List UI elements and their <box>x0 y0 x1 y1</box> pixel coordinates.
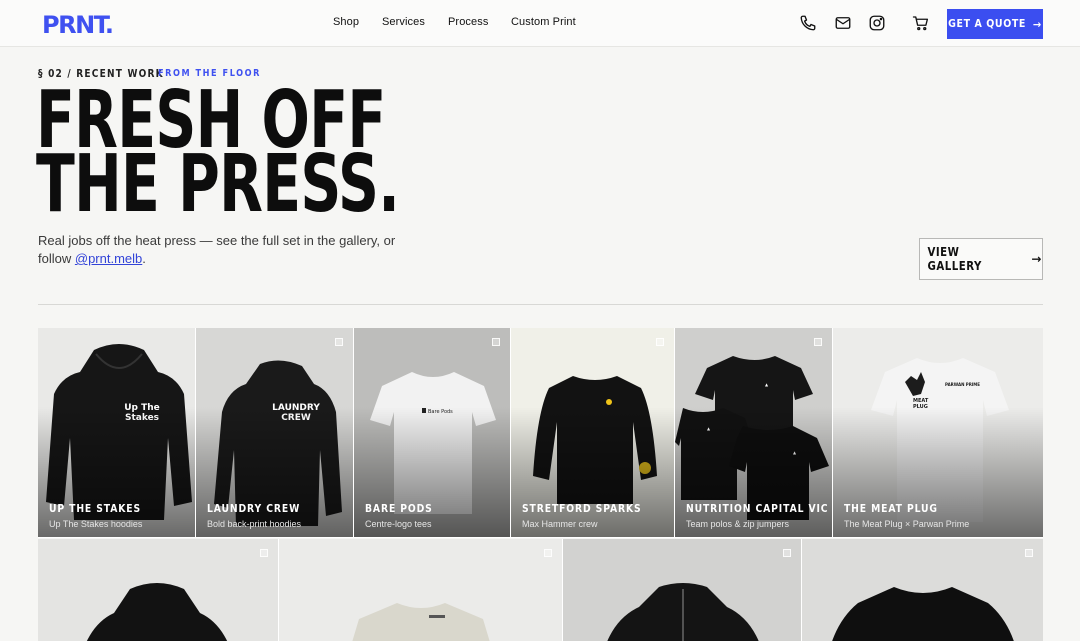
work-subtitle: Up The Stakes hoodies <box>49 519 143 529</box>
arrow-right-icon: → <box>1032 17 1042 31</box>
nav-services[interactable]: Services <box>382 16 425 28</box>
tshirt-image <box>352 603 490 641</box>
work-title: THE MEAT PLUG <box>844 503 938 515</box>
recent-work-grid: Up The Stakes UP THE STAKES Up The Stake… <box>38 328 1043 641</box>
hoodie-image <box>86 583 228 641</box>
divider <box>38 304 1043 305</box>
work-subtitle: Centre-logo tees <box>365 519 432 529</box>
work-tile-row2-hoodie[interactable] <box>38 539 279 641</box>
select-checkbox[interactable] <box>814 338 822 346</box>
select-checkbox[interactable] <box>492 338 500 346</box>
work-tile-up-the-stakes[interactable]: Up The Stakes UP THE STAKES Up The Stake… <box>38 328 196 538</box>
select-checkbox[interactable] <box>335 338 343 346</box>
instagram-handle-link[interactable]: @prnt.melb <box>75 251 142 266</box>
work-subtitle: Bold back-print hoodies <box>207 519 302 529</box>
nav-shop[interactable]: Shop <box>333 16 359 28</box>
headline-line-2: THE PRESS. <box>36 138 400 230</box>
select-checkbox[interactable] <box>544 549 552 557</box>
work-tile-stretford-sparks[interactable]: STRETFORD SPARKS Max Hammer crew <box>511 328 675 538</box>
intro-end: . <box>142 251 146 266</box>
work-title: UP THE STAKES <box>49 503 142 515</box>
select-checkbox[interactable] <box>260 549 268 557</box>
get-a-quote-label: GET A QUOTE <box>948 18 1026 30</box>
select-checkbox[interactable] <box>656 338 664 346</box>
work-title: STRETFORD SPARKS <box>522 503 642 515</box>
nav-custom-print[interactable]: Custom Print <box>511 16 576 28</box>
work-tile-laundry-crew[interactable]: LAUNDRY CREW LAUNDRY CREW Bold back-prin… <box>196 328 354 538</box>
get-a-quote-button[interactable]: GET A QUOTE → <box>947 9 1043 39</box>
arrow-right-icon: → <box>1031 252 1042 266</box>
work-subtitle: The Meat Plug × Parwan Prime <box>844 519 970 529</box>
intro-text: Real jobs off the heat press — see the f… <box>38 232 418 268</box>
view-gallery-label: VIEW GALLERY <box>927 245 982 273</box>
work-tile-row2-tee[interactable] <box>279 539 563 641</box>
work-title: NUTRITION CAPITAL VIC <box>686 503 829 515</box>
work-title: LAUNDRY CREW <box>207 503 301 515</box>
view-gallery-button[interactable]: VIEW GALLERY → <box>919 238 1043 280</box>
page-title: FRESH OFF THE PRESS. <box>36 81 400 230</box>
work-title: BARE PODS <box>365 503 433 515</box>
work-tile-the-meat-plug[interactable]: MEAT PLUG PARWAN PRIME THE MEAT PLUG The… <box>833 328 1043 538</box>
sweatshirt-image <box>832 587 1014 641</box>
work-tile-row2-zip[interactable] <box>563 539 802 641</box>
phone-icon[interactable] <box>799 14 817 32</box>
work-subtitle: Team polos & zip jumpers <box>686 519 790 529</box>
svg-text:PARWAN PRIME: PARWAN PRIME <box>945 382 980 387</box>
select-checkbox[interactable] <box>1025 549 1033 557</box>
work-tile-nutrition-capital-vic[interactable]: ▲ ▲ ▲ NUTRITION CAPITAL VIC Team polos &… <box>675 328 833 538</box>
cart-icon[interactable] <box>912 14 930 32</box>
work-tile-row2-sweat[interactable] <box>802 539 1043 641</box>
instagram-icon[interactable] <box>868 14 886 32</box>
mail-icon[interactable] <box>834 14 852 32</box>
work-tile-bare-pods[interactable]: Bare Pods BARE PODS Centre-logo tees <box>354 328 511 538</box>
site-header: PRNT. Shop Services Process Custom Print… <box>0 0 1080 47</box>
select-checkbox[interactable] <box>783 549 791 557</box>
nav-process[interactable]: Process <box>448 16 488 28</box>
zip-jumper-image <box>607 583 759 641</box>
work-subtitle: Max Hammer crew <box>522 519 598 529</box>
